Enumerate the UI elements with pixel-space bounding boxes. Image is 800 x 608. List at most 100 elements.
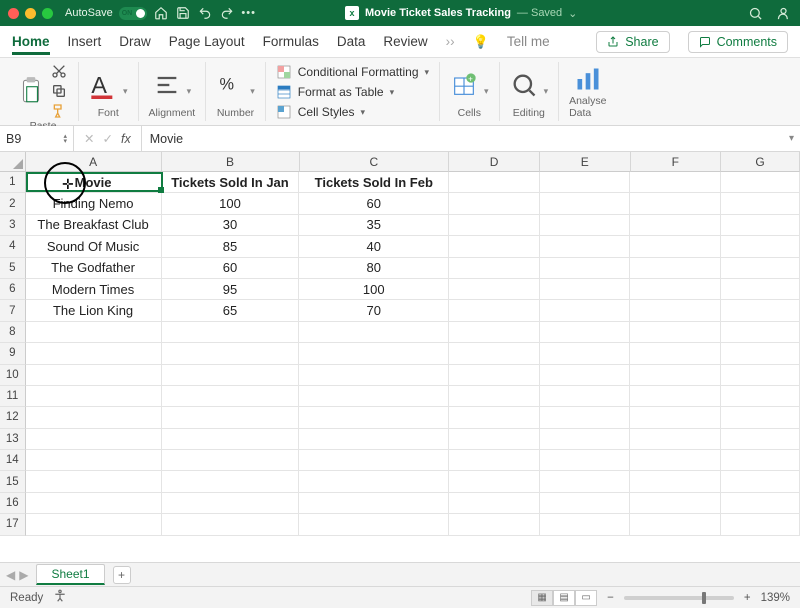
cell[interactable]: Sound Of Music (26, 236, 162, 257)
sheet-nav-next-icon[interactable]: ▶ (19, 568, 28, 582)
home-icon[interactable] (153, 5, 169, 21)
cell[interactable] (721, 514, 800, 535)
view-page-break-button[interactable]: ▭ (575, 590, 597, 606)
cell[interactable] (162, 471, 300, 492)
accept-formula-icon[interactable]: ✓ (102, 131, 112, 146)
cell[interactable] (630, 236, 721, 257)
undo-icon[interactable] (197, 5, 213, 21)
name-box[interactable]: B9 ▴▾ (0, 126, 74, 151)
cell[interactable] (299, 322, 449, 343)
cell[interactable] (299, 365, 449, 386)
cell[interactable] (540, 365, 631, 386)
view-normal-button[interactable]: ▦ (531, 590, 553, 606)
cell[interactable] (540, 429, 631, 450)
column-header[interactable]: B (162, 152, 300, 172)
cell[interactable] (630, 343, 721, 364)
cell[interactable] (630, 429, 721, 450)
cancel-formula-icon[interactable]: ✕ (84, 131, 94, 146)
cell[interactable] (721, 300, 800, 321)
cell[interactable] (540, 471, 631, 492)
chevron-down-icon[interactable]: ▾ (123, 86, 128, 97)
cell[interactable] (449, 386, 540, 407)
cell[interactable] (26, 365, 162, 386)
redo-icon[interactable] (219, 5, 235, 21)
cell[interactable] (630, 514, 721, 535)
cell[interactable]: 35 (299, 215, 449, 236)
cell[interactable] (26, 322, 162, 343)
cell[interactable] (721, 365, 800, 386)
cell[interactable] (540, 386, 631, 407)
cell[interactable] (162, 407, 300, 428)
cell[interactable] (162, 493, 300, 514)
chevron-down-icon[interactable]: ▾ (544, 86, 549, 97)
cell-styles-button[interactable]: Cell Styles▾ (276, 104, 429, 120)
tab-draw[interactable]: Draw (119, 28, 151, 55)
name-box-stepper[interactable]: ▴▾ (63, 134, 67, 144)
close-window-button[interactable] (8, 8, 19, 19)
cell[interactable] (540, 215, 631, 236)
cell[interactable] (721, 407, 800, 428)
row-header[interactable]: 16 (0, 493, 26, 514)
cell[interactable] (449, 493, 540, 514)
cell[interactable]: 60 (162, 258, 300, 279)
row-header[interactable]: 14 (0, 450, 26, 471)
cell[interactable] (449, 450, 540, 471)
cell[interactable] (449, 471, 540, 492)
row-header[interactable]: 5 (0, 258, 26, 279)
cell[interactable]: 40 (299, 236, 449, 257)
cell[interactable] (540, 300, 631, 321)
zoom-slider[interactable] (624, 596, 734, 600)
row-header[interactable]: 4 (0, 236, 26, 257)
row-header[interactable]: 6 (0, 279, 26, 300)
zoom-out-button[interactable]: − (607, 592, 614, 604)
zoom-in-button[interactable]: + (744, 592, 751, 604)
cell[interactable] (449, 193, 540, 214)
cell[interactable] (630, 193, 721, 214)
format-painter-icon[interactable] (50, 102, 68, 120)
cell[interactable] (540, 279, 631, 300)
chevron-down-icon[interactable]: ▾ (250, 86, 255, 97)
cell[interactable] (26, 343, 162, 364)
tab-review[interactable]: Review (383, 28, 427, 55)
cell[interactable] (630, 450, 721, 471)
cut-icon[interactable] (50, 62, 68, 80)
view-page-layout-button[interactable]: ▤ (553, 590, 575, 606)
cell[interactable] (721, 236, 800, 257)
number-format-button[interactable]: % (216, 70, 244, 100)
cell[interactable] (449, 215, 540, 236)
cell[interactable] (26, 386, 162, 407)
cell[interactable] (721, 172, 800, 193)
cell[interactable]: 80 (299, 258, 449, 279)
cell[interactable] (449, 236, 540, 257)
cell[interactable] (540, 493, 631, 514)
cell[interactable] (721, 471, 800, 492)
cell[interactable]: Tickets Sold In Feb (299, 172, 449, 193)
cell[interactable] (721, 493, 800, 514)
cell[interactable] (449, 258, 540, 279)
row-header[interactable]: 7 (0, 300, 26, 321)
cell[interactable]: 100 (299, 279, 449, 300)
row-header[interactable]: 9 (0, 343, 26, 364)
cell[interactable] (449, 407, 540, 428)
tab-page-layout[interactable]: Page Layout (169, 28, 245, 55)
cell[interactable] (449, 300, 540, 321)
alignment-button[interactable] (153, 70, 181, 100)
cell[interactable] (721, 322, 800, 343)
cell[interactable] (449, 365, 540, 386)
cell[interactable] (721, 215, 800, 236)
cell[interactable] (540, 193, 631, 214)
cell[interactable] (449, 343, 540, 364)
cell[interactable] (162, 322, 300, 343)
cell[interactable] (26, 429, 162, 450)
row-header[interactable]: 1 (0, 172, 26, 193)
cell[interactable] (26, 471, 162, 492)
expand-formula-bar-icon[interactable]: ▾ (789, 133, 794, 144)
cell[interactable]: 30 (162, 215, 300, 236)
cell[interactable] (299, 343, 449, 364)
cell[interactable] (299, 429, 449, 450)
cell[interactable] (540, 514, 631, 535)
cell[interactable] (299, 450, 449, 471)
cell[interactable] (630, 365, 721, 386)
row-header[interactable]: 15 (0, 471, 26, 492)
cell[interactable] (449, 322, 540, 343)
